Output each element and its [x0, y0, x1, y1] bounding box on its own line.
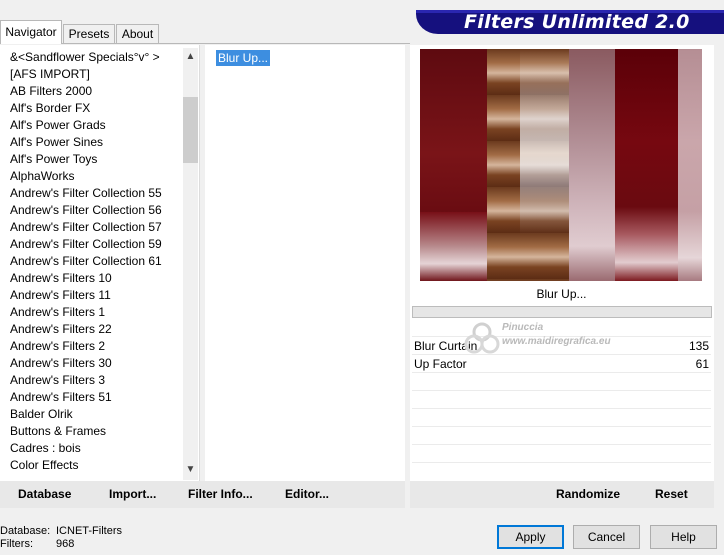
reset-button[interactable]: Reset	[655, 487, 688, 501]
param-label: Up Factor	[414, 357, 467, 371]
category-item[interactable]: Andrew's Filter Collection 55	[10, 185, 162, 202]
category-item[interactable]: Alf's Power Toys	[10, 151, 97, 168]
category-item[interactable]: Balder Olrik	[10, 406, 73, 423]
editor-button[interactable]: Editor...	[285, 487, 329, 501]
database-status-label: Database:	[0, 525, 51, 537]
progress-bar	[412, 306, 712, 318]
category-item[interactable]: Andrew's Filters 11	[10, 287, 111, 304]
param-divider	[412, 354, 711, 355]
param-divider	[412, 390, 711, 391]
param-divider	[412, 462, 711, 463]
category-item[interactable]: Buttons & Frames	[10, 423, 106, 440]
watermark-flower-icon	[464, 322, 500, 354]
param-divider	[412, 372, 711, 373]
category-item[interactable]: Andrew's Filters 2	[10, 338, 105, 355]
param-divider	[412, 444, 711, 445]
filters-status-value: 968	[56, 538, 75, 550]
apply-button[interactable]: Apply	[497, 525, 564, 549]
category-item[interactable]: Andrew's Filters 22	[10, 321, 112, 338]
category-item[interactable]: Andrew's Filter Collection 61	[10, 253, 162, 270]
watermark-site: www.maidiregrafica.eu	[502, 336, 611, 347]
category-item[interactable]: Andrew's Filters 3	[10, 372, 105, 389]
database-button[interactable]: Database	[18, 487, 71, 501]
category-item[interactable]: AB Filters 2000	[10, 83, 92, 100]
category-item[interactable]: Color Effects	[10, 457, 78, 474]
category-item[interactable]: Cadres : bois	[10, 440, 81, 457]
filter-item-selected[interactable]: Blur Up...	[216, 50, 271, 66]
category-item[interactable]: [AFS IMPORT]	[10, 66, 90, 83]
tab-presets[interactable]: Presets	[63, 24, 115, 43]
param-divider	[412, 426, 711, 427]
cancel-button[interactable]: Cancel	[573, 525, 640, 549]
category-item[interactable]: &<Sandflower Specials°v° >	[10, 49, 160, 66]
current-filter-name: Blur Up...	[536, 287, 587, 301]
param-value: 61	[695, 357, 709, 371]
tab-navigator[interactable]: Navigator	[0, 20, 62, 44]
filter-list[interactable]	[205, 45, 405, 481]
param-row-up-factor[interactable]: Up Factor 61	[412, 355, 711, 373]
tab-about[interactable]: About	[116, 24, 159, 43]
scroll-down-arrow-icon[interactable]: ▼	[183, 462, 198, 478]
watermark-name: Pinuccia	[502, 322, 544, 333]
title-banner: Filters Unlimited 2.0	[416, 10, 724, 34]
scroll-up-arrow-icon[interactable]: ▲	[183, 49, 198, 65]
filter-info-button[interactable]: Filter Info...	[188, 487, 253, 501]
category-item[interactable]: AlphaWorks	[10, 168, 74, 185]
category-item[interactable]: Andrew's Filter Collection 56	[10, 202, 162, 219]
category-item[interactable]: Andrew's Filter Collection 57	[10, 219, 162, 236]
category-item[interactable]: Andrew's Filter Collection 59	[10, 236, 162, 253]
help-button[interactable]: Help	[650, 525, 717, 549]
filters-status-label: Filters:	[0, 538, 33, 550]
param-divider	[412, 408, 711, 409]
category-scroll-thumb[interactable]	[183, 97, 198, 163]
category-item[interactable]: Andrew's Filters 30	[10, 355, 112, 372]
category-item[interactable]: Andrew's Filters 1	[10, 304, 105, 321]
param-value: 135	[688, 339, 709, 353]
banner-title: Filters Unlimited 2.0	[464, 11, 690, 33]
randomize-button[interactable]: Randomize	[556, 487, 620, 501]
category-item[interactable]: Alf's Power Grads	[10, 117, 106, 134]
import-button[interactable]: Import...	[109, 487, 156, 501]
database-status-value: ICNET-Filters	[56, 525, 122, 537]
watermark: Pinuccia www.maidiregrafica.eu	[462, 318, 611, 365]
category-item[interactable]: Andrew's Filters 10	[10, 270, 112, 287]
category-item[interactable]: Alf's Border FX	[10, 100, 90, 117]
category-item[interactable]: Andrew's Filters 51	[10, 389, 112, 406]
preview-image	[420, 49, 702, 281]
category-item[interactable]: Alf's Power Sines	[10, 134, 103, 151]
